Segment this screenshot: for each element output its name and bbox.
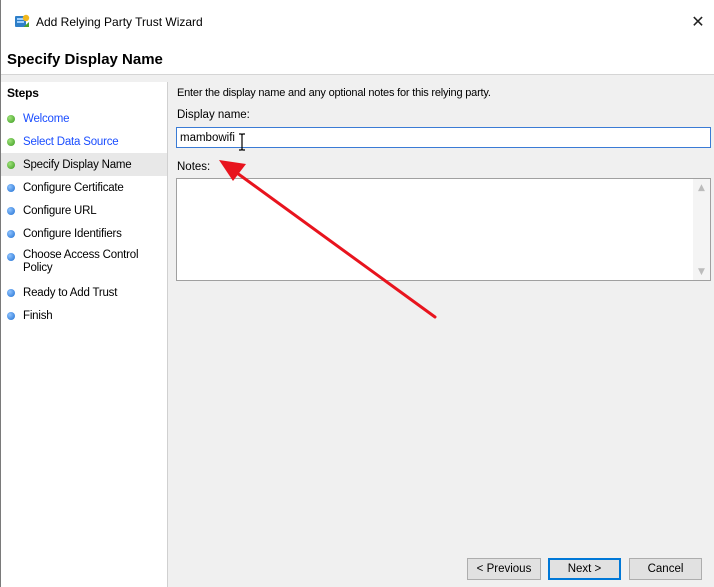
step-pending-icon bbox=[7, 184, 15, 192]
page-title: Specify Display Name bbox=[7, 51, 163, 68]
step-label: Configure Identifiers bbox=[23, 227, 122, 240]
step-label: Configure URL bbox=[23, 204, 97, 217]
instruction-text: Enter the display name and any optional … bbox=[177, 87, 491, 99]
cancel-button[interactable]: Cancel bbox=[629, 558, 702, 580]
step-pending-icon bbox=[7, 289, 15, 297]
step-configure-certificate: Configure Certificate bbox=[1, 176, 167, 199]
step-complete-icon bbox=[7, 138, 15, 146]
wizard-header: Specify Display Name bbox=[1, 42, 714, 75]
step-pending-icon bbox=[7, 253, 15, 261]
display-name-input[interactable] bbox=[176, 127, 711, 148]
step-label: Configure Certificate bbox=[23, 181, 124, 194]
next-button[interactable]: Next > bbox=[548, 558, 621, 580]
title-bar: Add Relying Party Trust Wizard ✕ bbox=[1, 0, 714, 42]
steps-sidebar: Steps Welcome Select Data Source Specify… bbox=[1, 82, 168, 587]
previous-button[interactable]: < Previous bbox=[467, 558, 541, 580]
adfs-app-icon bbox=[15, 14, 30, 27]
step-configure-identifiers: Configure Identifiers bbox=[1, 222, 167, 245]
step-ready-to-add-trust: Ready to Add Trust bbox=[1, 281, 167, 304]
notes-textarea[interactable]: ▲ ▼ bbox=[176, 178, 711, 281]
wizard-window: Add Relying Party Trust Wizard ✕ Specify… bbox=[0, 0, 714, 587]
step-finish: Finish bbox=[1, 304, 167, 327]
step-pending-icon bbox=[7, 207, 15, 215]
step-select-data-source[interactable]: Select Data Source bbox=[1, 130, 167, 153]
scroll-up-icon[interactable]: ▲ bbox=[693, 179, 710, 196]
step-pending-icon bbox=[7, 230, 15, 238]
step-label: Choose Access Control Policy bbox=[23, 249, 139, 274]
close-button[interactable]: ✕ bbox=[681, 6, 714, 36]
steps-list: Welcome Select Data Source Specify Displ… bbox=[1, 107, 167, 327]
step-label: Ready to Add Trust bbox=[23, 286, 118, 299]
text-cursor-icon bbox=[239, 133, 245, 151]
scroll-down-icon[interactable]: ▼ bbox=[693, 263, 710, 280]
step-pending-icon bbox=[7, 312, 15, 320]
step-current-icon bbox=[7, 161, 15, 169]
step-complete-icon bbox=[7, 115, 15, 123]
step-label: Specify Display Name bbox=[23, 158, 132, 171]
step-label: Finish bbox=[23, 309, 53, 322]
notes-scrollbar[interactable]: ▲ ▼ bbox=[693, 179, 710, 280]
step-choose-access-control-policy: Choose Access Control Policy bbox=[1, 245, 167, 281]
steps-heading: Steps bbox=[7, 86, 39, 100]
step-welcome[interactable]: Welcome bbox=[1, 107, 167, 130]
step-label: Welcome bbox=[23, 112, 70, 125]
notes-label: Notes: bbox=[177, 161, 211, 173]
step-specify-display-name[interactable]: Specify Display Name bbox=[1, 153, 167, 176]
display-name-label: Display name: bbox=[177, 109, 250, 121]
wizard-content: Enter the display name and any optional … bbox=[169, 82, 714, 587]
step-configure-url: Configure URL bbox=[1, 199, 167, 222]
close-icon: ✕ bbox=[691, 11, 705, 31]
step-label: Select Data Source bbox=[23, 135, 119, 148]
window-title: Add Relying Party Trust Wizard bbox=[36, 15, 203, 29]
